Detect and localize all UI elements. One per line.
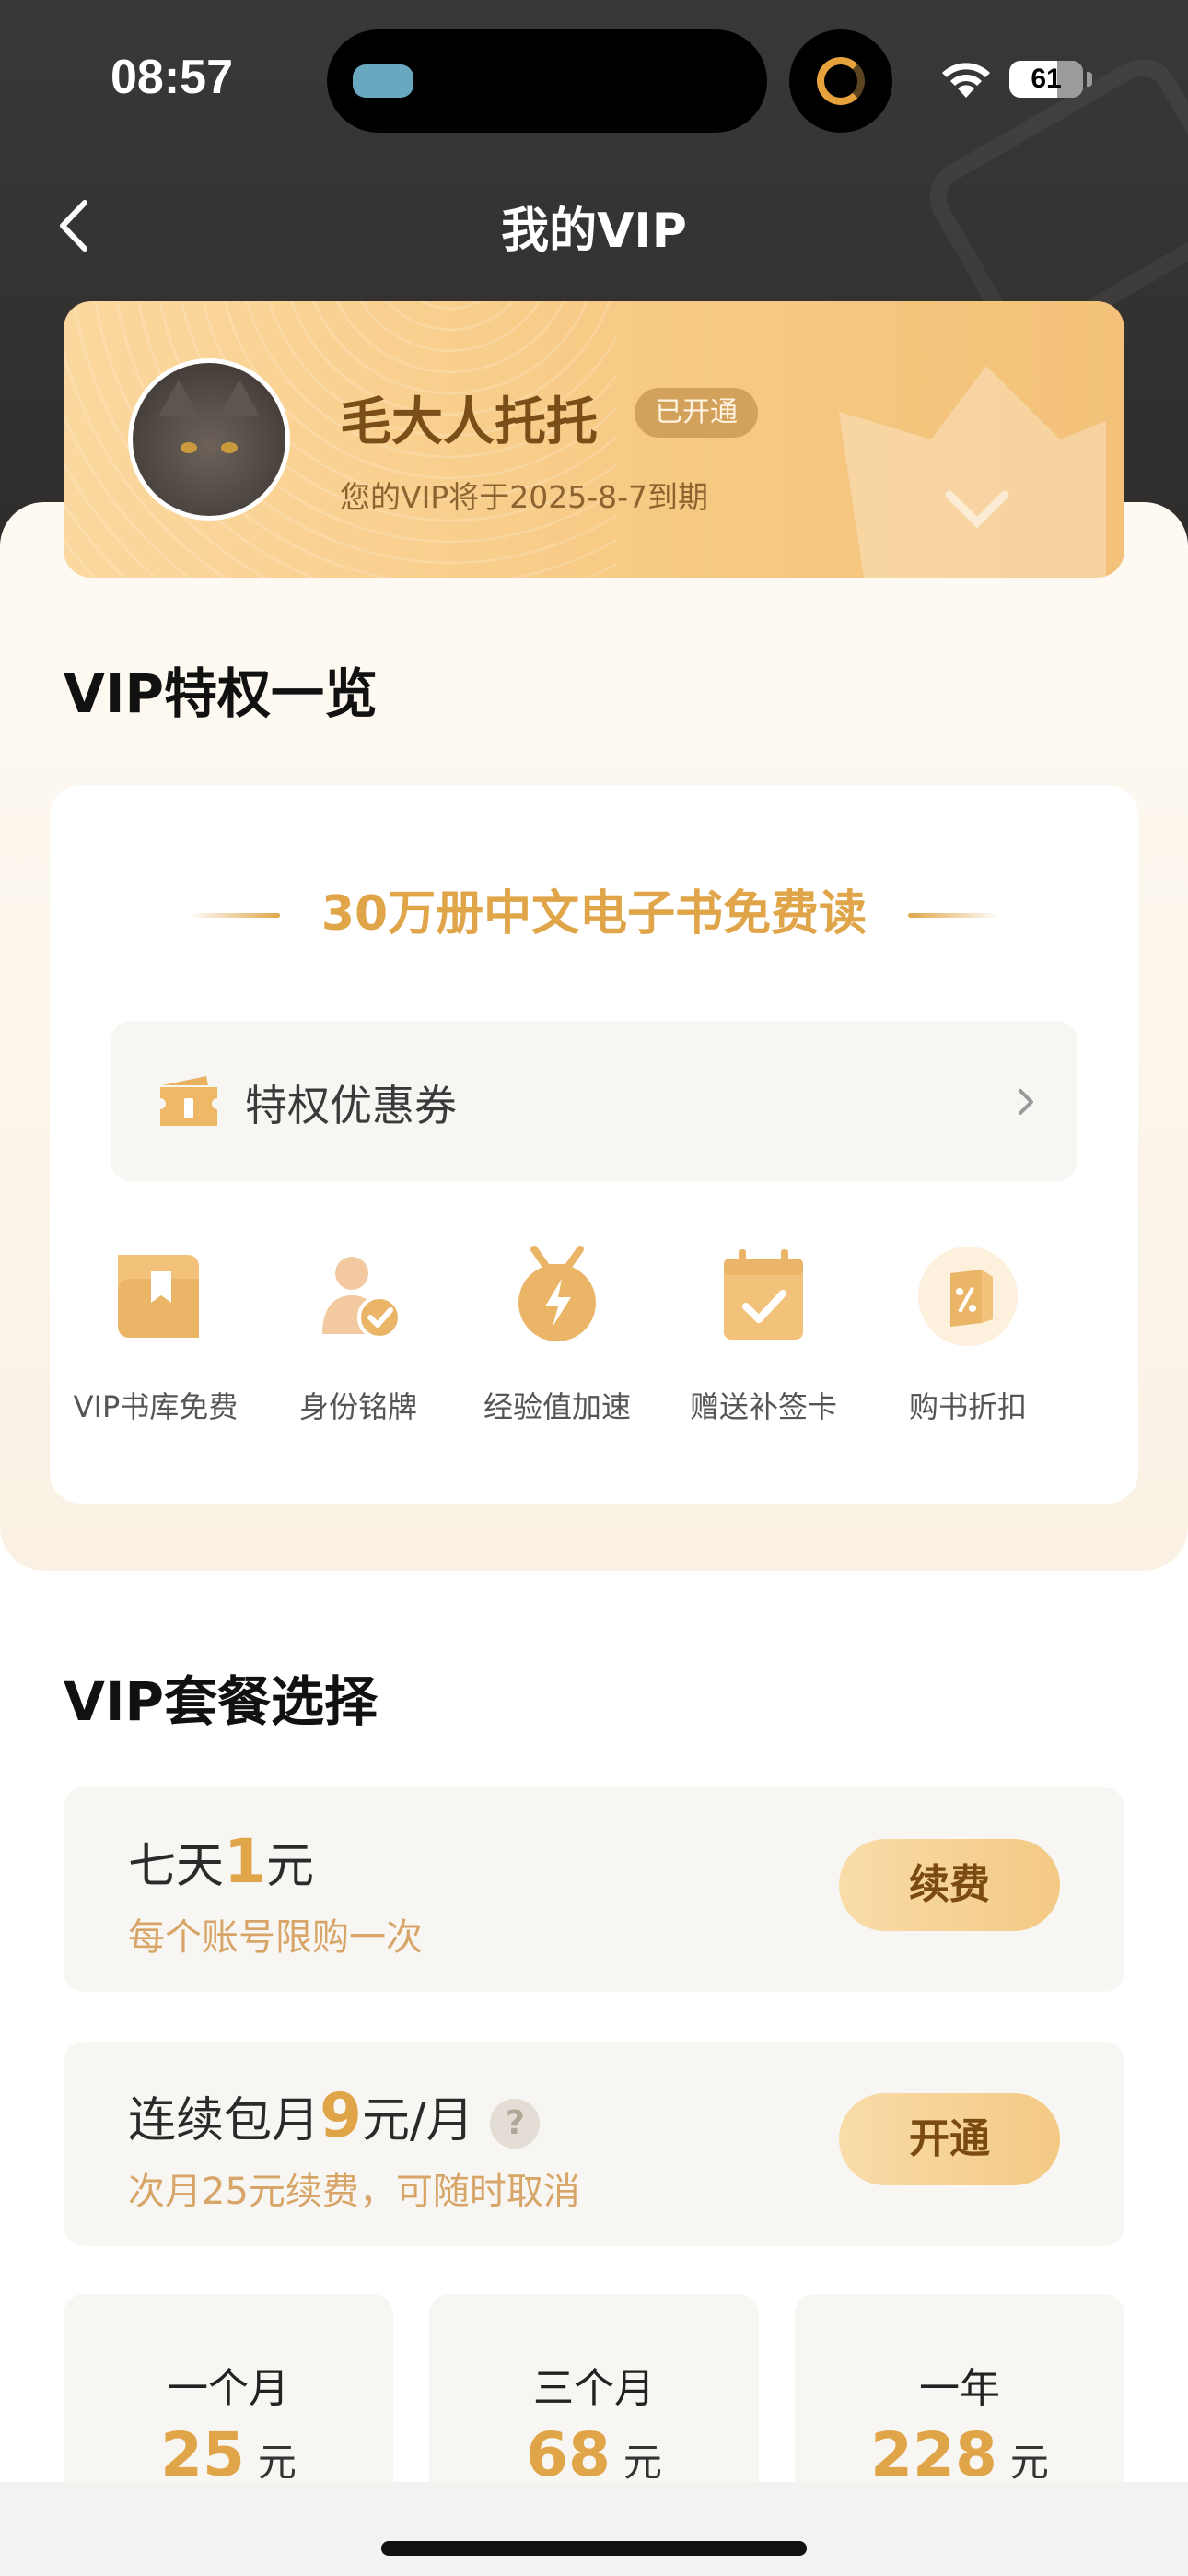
dynamic-island [327, 29, 767, 133]
perk-discount[interactable]: 购书折扣 [862, 1246, 1074, 1448]
ticket-icon [160, 1076, 217, 1126]
discount-book-icon [918, 1247, 1018, 1346]
plan-trial-note: 每个账号限购一次 [128, 1916, 423, 1959]
plan-monthly-note: 次月25元续费，可随时取消 [128, 2171, 580, 2213]
plan-option-price: 228 元 [795, 2419, 1124, 2490]
plan-option-amount: 68 [526, 2419, 611, 2490]
headline-dash-left [188, 913, 280, 918]
plan-monthly[interactable]: 连续包月9元/月? 次月25元续费，可随时取消 开通 [64, 2042, 1124, 2246]
plan-trial-title: 七天1元 [128, 1826, 314, 1897]
perks-row: VIP书库免费 身份铭牌 经验值加速 赠送补签卡 购书折扣 [50, 1246, 1138, 1448]
battery-level: 61 [1031, 64, 1062, 94]
plan-option-term: 三个月 [533, 2365, 655, 2412]
activate-button[interactable]: 开通 [839, 2093, 1060, 2185]
battery-indicator: 61 [1009, 61, 1083, 98]
plan-option-unit: 元 [1009, 2440, 1049, 2485]
perk-label: VIP书库免费 [73, 1389, 239, 1424]
privileges-card: 30万册中文电子书免费读 特权优惠券 VIP书库免费 身份铭牌 经验值加速 赠送… [50, 785, 1138, 1504]
plan-option-unit: 元 [623, 2440, 662, 2485]
privilege-headline: 30万册中文电子书免费读 [320, 886, 868, 942]
help-icon[interactable]: ? [490, 2099, 541, 2149]
perk-label: 身份铭牌 [298, 1389, 417, 1424]
plan-trial-unit: 元 [265, 1839, 314, 1894]
page-title: 我的VIP [501, 204, 687, 259]
progress-ring-icon [817, 57, 865, 105]
perk-library[interactable]: VIP书库免费 [50, 1246, 262, 1448]
crown-icon [839, 366, 1106, 578]
plan-option-amount: 228 [870, 2419, 997, 2490]
status-bar: 08:57 61 [0, 0, 1188, 157]
plan-option-unit: 元 [257, 2440, 297, 2485]
plan-trial[interactable]: 七天1元 每个账号限购一次 续费 [64, 1787, 1124, 1992]
coupon-label: 特权优惠券 [245, 1081, 457, 1130]
bookshelf-icon [118, 1255, 199, 1338]
activity-ring [789, 29, 892, 133]
plan-option-price: 25 元 [64, 2419, 393, 2490]
plan-option-term: 一个月 [168, 2365, 289, 2412]
avatar[interactable] [128, 358, 290, 521]
expiry-text: 您的VIP将于2025-8-7到期 [340, 479, 708, 515]
coupon-row[interactable]: 特权优惠券 [111, 1021, 1077, 1181]
plan-monthly-prefix: 连续包月 [128, 2093, 320, 2149]
plan-trial-price: 1 [224, 1826, 266, 1897]
plan-option-price: 68 元 [429, 2419, 759, 2490]
renew-button[interactable]: 续费 [839, 1839, 1060, 1931]
perk-exp-boost[interactable]: 经验值加速 [451, 1246, 663, 1448]
plan-monthly-price: 9 [320, 2080, 362, 2151]
plan-option-term: 一年 [919, 2365, 1000, 2412]
perk-label: 赠送补签卡 [689, 1389, 837, 1424]
status-badge: 已开通 [635, 388, 758, 438]
plan-monthly-unit: 元/月 [361, 2093, 474, 2149]
wifi-icon [942, 63, 990, 98]
headline-dash-right [908, 913, 1000, 918]
headline-row: 30万册中文电子书免费读 [50, 877, 1138, 951]
perk-makeup-card[interactable]: 赠送补签卡 [658, 1246, 869, 1448]
media-thumbnail-icon [353, 64, 413, 98]
lightning-medal-icon [518, 1246, 596, 1341]
perk-badge[interactable]: 身份铭牌 [252, 1246, 464, 1448]
calendar-check-icon [724, 1249, 803, 1340]
chevron-right-icon [1019, 1089, 1033, 1115]
perk-label: 购书折扣 [908, 1389, 1027, 1424]
home-indicator[interactable] [381, 2541, 807, 2556]
plan-trial-prefix: 七天 [128, 1839, 225, 1894]
status-time: 08:57 [111, 51, 233, 104]
plans-section-title: VIP套餐选择 [64, 1670, 378, 1733]
user-badge-icon [322, 1257, 402, 1340]
bottom-bar [0, 2482, 1188, 2576]
plan-option-amount: 25 [160, 2419, 245, 2490]
battery-tip [1087, 72, 1092, 87]
plan-monthly-title: 连续包月9元/月? [128, 2080, 541, 2151]
vip-member-card: 毛大人托托 已开通 您的VIP将于2025-8-7到期 [64, 301, 1124, 578]
perk-label: 经验值加速 [483, 1389, 631, 1424]
privileges-section-title: VIP特权一览 [64, 662, 378, 725]
user-name: 毛大人托托 [340, 392, 598, 452]
